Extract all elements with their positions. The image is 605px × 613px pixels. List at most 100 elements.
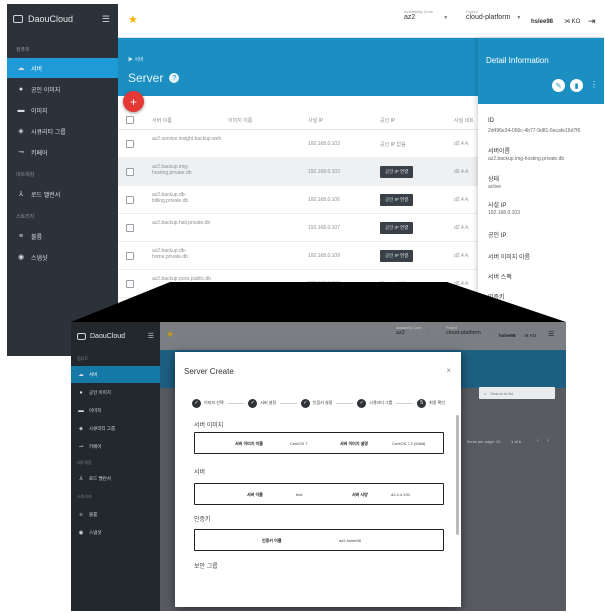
close-icon[interactable]: × — [446, 366, 451, 375]
project-select[interactable]: Project cloud-platform ▼ — [466, 9, 521, 21]
sidebar-item-label: 로드 밸런서 — [89, 475, 111, 481]
server-name[interactable]: az2.backup.img-hosting.private.db — [152, 164, 222, 176]
column-header[interactable]: 사설 IP — [308, 117, 323, 124]
sidebar-item-snapshot[interactable]: ◉ 스냅샷 — [71, 524, 160, 541]
page-title: Server — [128, 71, 164, 85]
project-select[interactable]: Project cloud-platform ▼ — [446, 326, 492, 336]
summary-key: 서버 이미지 설명 — [340, 441, 368, 446]
translate-icon: ⋊ — [564, 19, 572, 25]
sidebar-item-public-image[interactable]: ● 공인 이미지 — [7, 79, 118, 99]
sidebar-item-label: 서버 — [31, 66, 43, 73]
sidebar-item-image[interactable]: ▬ 이미지 — [71, 402, 160, 419]
sidebar-item-security-group[interactable]: ◈ 시큐리티 그룹 — [71, 420, 160, 437]
globe-icon: ● — [18, 85, 24, 93]
step-final-review[interactable]: 5 최종 확인 — [417, 398, 445, 408]
sidebar-item-load-balancer[interactable]: ⅄ 로드 밸런서 — [7, 184, 118, 204]
wizard-stepper: ✓ 이미지 선택 ✓ 서버 설정 ✓ 인증키 설정 ✓ 시큐리티 그룹 5 최종 확인 — [192, 396, 445, 410]
row-checkbox[interactable] — [126, 140, 134, 148]
per-page-value: 10 — [495, 439, 501, 444]
favorite-star-icon[interactable]: ★ — [128, 13, 138, 26]
server-name[interactable]: az2.service.insight.backup.web — [152, 136, 222, 142]
step-image-select[interactable]: ✓ 이미지 선택 — [192, 398, 224, 408]
snapshot-icon: ◉ — [78, 529, 84, 536]
items-per-page[interactable]: Items per page: 10 — [467, 439, 500, 444]
step-label: 최종 확인 — [429, 400, 445, 405]
section-title-security-group: 보안 그룹 — [194, 564, 218, 570]
step-check-icon: ✓ — [357, 398, 367, 408]
add-server-button[interactable]: + — [123, 91, 144, 112]
brand: DaouCloud ☰ — [7, 4, 118, 34]
sidebar-item-keypair[interactable]: ⊸ 키페어 — [7, 142, 118, 162]
column-header[interactable]: 이미지 이름 — [228, 117, 252, 124]
attach-public-ip-button[interactable]: 공인 IP 연결 — [380, 250, 414, 262]
shield-icon: ◈ — [18, 128, 24, 135]
search-placeholder: Search in list — [490, 390, 514, 396]
row-checkbox[interactable] — [126, 196, 134, 204]
row-checkbox[interactable] — [126, 224, 134, 232]
delete-icon[interactable]: ▮ — [570, 79, 583, 92]
sidebar-item-server[interactable]: ☁ 서버 — [71, 366, 160, 383]
select-all-checkbox[interactable] — [126, 116, 134, 124]
column-header[interactable]: 사설 네트 — [454, 117, 474, 124]
detail-field-label: 서버 이미지 이름 — [488, 255, 530, 261]
chevron-left-icon[interactable]: ‹ — [537, 438, 539, 444]
user-name[interactable]: hslee98 — [531, 19, 553, 25]
table-row[interactable]: az2.backup.img-hosting.private.db 192.168… — [118, 158, 478, 186]
zone-select[interactable]: Availability Zone az2 ▼ — [404, 9, 448, 21]
chevron-down-icon: ▼ — [443, 14, 449, 21]
dialog-scrollbar[interactable] — [456, 415, 459, 535]
sidebar-item-keypair[interactable]: ⊸ 키페어 — [71, 438, 160, 455]
sidebar-item-load-balancer[interactable]: ⅄ 로드 밸런서 — [71, 470, 160, 487]
hamburger-menu-icon[interactable]: ☰ — [148, 332, 154, 340]
row-checkbox[interactable] — [126, 252, 134, 260]
breadcrumb[interactable]: ▶ 서버 — [128, 56, 144, 63]
table-row[interactable]: az2.backup.hail.private.db 192.168.0.107 공… — [118, 214, 478, 242]
sidebar-item-image[interactable]: ▬ 이미지 — [7, 100, 118, 120]
shield-icon: ◈ — [78, 425, 84, 432]
server-create-dialog: Server Create × ✓ 이미지 선택 ✓ 서버 설정 ✓ 인증키 설정 ✓… — [175, 352, 461, 607]
column-header[interactable]: 공인 IP — [380, 117, 395, 124]
sidebar-item-security-group[interactable]: ◈ 시큐리티 그룹 — [7, 121, 118, 141]
step-security-group[interactable]: ✓ 시큐리티 그룹 — [357, 398, 392, 408]
edit-icon[interactable]: ✎ — [552, 79, 565, 92]
sidebar-item-snapshot[interactable]: ◉ 스냅샷 — [7, 247, 118, 267]
private-network: d2.4.4. — [454, 225, 470, 231]
hamburger-menu-icon[interactable]: ☰ — [102, 14, 110, 25]
attach-public-ip-button[interactable]: 공인 IP 연결 — [380, 194, 414, 206]
sidebar-item-label: 키페어 — [89, 443, 102, 449]
sidebar-item-server[interactable]: ☁ 서버 — [7, 58, 118, 78]
attach-public-ip-button[interactable]: 공인 IP 연결 — [380, 222, 414, 234]
detail-field-label: 서버이름 — [488, 149, 511, 155]
row-checkbox[interactable] — [126, 168, 134, 176]
zone-select[interactable]: Availability Zone az2 ▼ — [396, 326, 430, 336]
logout-icon[interactable]: ⇥ — [588, 16, 596, 27]
language-switch[interactable]: ⋊ KO — [524, 333, 536, 339]
hamburger-right-icon[interactable]: ☰ — [548, 330, 554, 338]
server-name[interactable]: az2.backup.db-home.private.db — [152, 248, 222, 260]
attach-public-ip-button[interactable]: 공인 IP 연결 — [380, 166, 414, 178]
help-icon[interactable]: ? — [169, 73, 180, 83]
volume-icon: ≡ — [18, 232, 24, 240]
search-input[interactable]: ⌕ Search in list — [479, 387, 555, 399]
server-name[interactable]: az2.backup.db-billing.private.db — [152, 192, 222, 204]
server-name[interactable]: az2.backup.hail.private.db — [152, 220, 222, 226]
table-row[interactable]: az2.backup.db-home.private.db 192.168.0.1… — [118, 242, 478, 270]
sidebar-item-volume[interactable]: ≡ 볼륨 — [71, 506, 160, 523]
column-header[interactable]: 서버 이름 — [152, 117, 172, 124]
step-connector — [280, 402, 297, 404]
step-keypair-settings[interactable]: ✓ 인증키 설정 — [300, 398, 332, 408]
more-vertical-icon[interactable]: ⋮ — [590, 80, 598, 89]
sidebar-item-public-image[interactable]: ● 공인 이미지 — [71, 384, 160, 401]
step-server-settings[interactable]: ✓ 서버 설정 — [248, 398, 276, 408]
user-name[interactable]: hslee98 — [499, 333, 516, 338]
table-row[interactable]: az2.backup.db-billing.private.db 192.168.… — [118, 186, 478, 214]
summary-key: 인증키 이름 — [262, 538, 282, 543]
sidebar-item-volume[interactable]: ≡ 볼륨 — [7, 226, 118, 246]
sidebar-item-label: 공인 이미지 — [89, 389, 111, 395]
language-switch[interactable]: ⋊ KO — [564, 18, 580, 25]
private-ip: 192.168.0.106 — [308, 197, 340, 203]
summary-key: 서버 사양 — [352, 492, 368, 497]
favorite-star-icon[interactable]: ★ — [166, 329, 174, 340]
table-row[interactable]: az2.service.insight.backup.web 192.168.0.… — [118, 130, 478, 158]
chevron-right-icon[interactable]: › — [547, 438, 549, 444]
